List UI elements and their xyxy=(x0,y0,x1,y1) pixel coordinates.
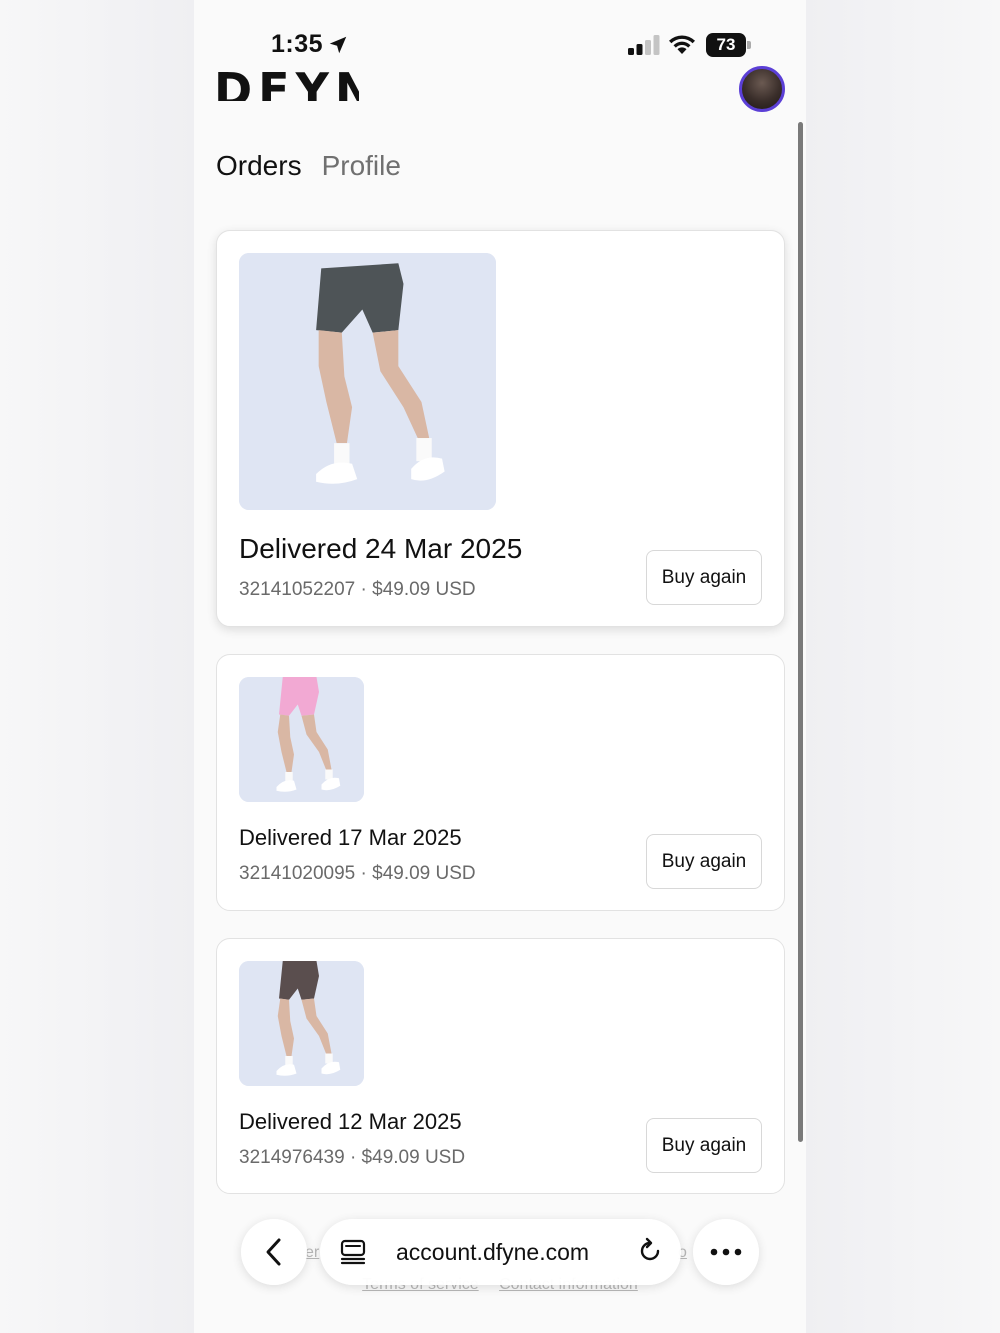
url-text: account.dfyne.com xyxy=(396,1239,590,1265)
reader-mode-icon[interactable] xyxy=(340,1239,366,1265)
profile-avatar[interactable] xyxy=(739,66,785,112)
logo-text: DFYNE xyxy=(214,63,359,101)
buy-again-button[interactable]: Buy again xyxy=(646,550,762,605)
location-arrow-icon xyxy=(329,36,347,54)
product-image[interactable] xyxy=(239,961,364,1086)
phone-screen: 1:35 73 DFYNE Orders Profile xyxy=(194,0,806,1333)
backdrop-left xyxy=(0,0,194,1333)
order-meta: 32141020095 · $49.09 USD xyxy=(239,863,476,884)
tab-orders[interactable]: Orders xyxy=(216,150,302,182)
buy-again-button[interactable]: Buy again xyxy=(646,834,762,889)
browser-back-button[interactable] xyxy=(241,1219,307,1285)
order-card[interactable]: Delivered 24 Mar 2025 32141052207 · $49.… xyxy=(216,230,785,627)
order-status: Delivered 24 Mar 2025 xyxy=(239,533,523,564)
wifi-icon xyxy=(669,35,695,54)
status-time: 1:35 xyxy=(271,30,324,58)
order-meta: 32141052207 · $49.09 USD xyxy=(239,579,476,600)
order-status: Delivered 12 Mar 2025 xyxy=(239,1109,462,1134)
order-meta: 3214976439 · $49.09 USD xyxy=(239,1147,466,1168)
battery-level: 73 xyxy=(706,33,746,57)
order-card[interactable]: Delivered 17 Mar 2025 32141020095 · $49.… xyxy=(216,654,785,911)
reload-icon[interactable] xyxy=(636,1237,664,1265)
order-status: Delivered 17 Mar 2025 xyxy=(239,825,462,850)
product-image[interactable] xyxy=(239,677,364,802)
battery-cap xyxy=(747,41,751,49)
browser-address-bar[interactable]: account.dfyne.com xyxy=(320,1219,681,1285)
cellular-signal-icon xyxy=(628,35,660,55)
dfyne-logo[interactable]: DFYNE xyxy=(214,63,359,101)
backdrop-right xyxy=(806,0,1000,1333)
product-image[interactable] xyxy=(239,253,496,510)
footer-link-fragment[interactable]: er xyxy=(305,1244,319,1262)
order-card[interactable]: Delivered 12 Mar 2025 3214976439 · $49.0… xyxy=(216,938,785,1194)
back-chevron-icon xyxy=(266,1238,281,1266)
browser-more-button[interactable] xyxy=(693,1219,759,1285)
account-tabs: Orders Profile xyxy=(216,150,401,190)
more-icon xyxy=(710,1248,742,1256)
buy-again-button[interactable]: Buy again xyxy=(646,1118,762,1173)
battery-icon: 73 xyxy=(706,33,752,57)
scrollbar[interactable] xyxy=(798,122,803,1142)
tab-profile[interactable]: Profile xyxy=(322,150,401,182)
